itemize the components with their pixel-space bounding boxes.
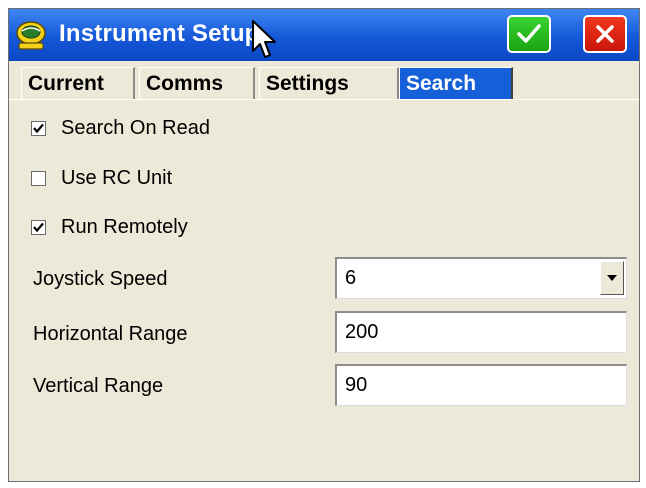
search-on-read-checkbox[interactable] <box>31 121 46 136</box>
tab-settings[interactable]: Settings <box>259 67 399 99</box>
title-bar: Instrument Setup <box>9 9 639 61</box>
tab-search[interactable]: Search <box>399 67 513 99</box>
vertical-range-value: 90 <box>345 374 368 396</box>
chevron-down-icon <box>607 275 617 281</box>
search-on-read-option[interactable]: Search On Read <box>31 117 210 140</box>
use-rc-unit-label: Use RC Unit <box>61 167 173 189</box>
tab-current-label: Current <box>28 72 104 95</box>
instrument-setup-window: Instrument Setup Current Comms Settings … <box>8 8 640 482</box>
checkmark-icon <box>33 222 44 233</box>
search-on-read-label: Search On Read <box>61 117 210 139</box>
vertical-range-label: Vertical Range <box>33 375 164 397</box>
tab-divider <box>9 99 639 100</box>
close-button[interactable] <box>583 15 627 53</box>
horizontal-range-label: Horizontal Range <box>33 323 188 345</box>
tab-comms[interactable]: Comms <box>139 67 255 99</box>
mouse-cursor-icon <box>252 20 276 58</box>
window-title: Instrument Setup <box>59 20 260 47</box>
tab-comms-label: Comms <box>146 72 224 95</box>
horizontal-range-input[interactable]: 200 <box>335 311 627 353</box>
joystick-speed-dropdown[interactable]: 6 <box>335 257 627 299</box>
checkmark-icon <box>517 24 541 43</box>
instrument-icon <box>16 21 46 50</box>
run-remotely-option[interactable]: Run Remotely <box>31 216 188 239</box>
checkmark-icon <box>33 123 44 134</box>
run-remotely-label: Run Remotely <box>61 216 188 238</box>
close-icon <box>596 25 614 43</box>
tab-current[interactable]: Current <box>21 67 135 99</box>
joystick-speed-label: Joystick Speed <box>33 268 168 290</box>
joystick-speed-value: 6 <box>345 267 357 289</box>
use-rc-unit-option[interactable]: Use RC Unit <box>31 167 172 190</box>
tab-settings-label: Settings <box>266 72 349 95</box>
use-rc-unit-checkbox[interactable] <box>31 171 46 186</box>
tab-search-label: Search <box>406 72 477 95</box>
run-remotely-checkbox[interactable] <box>31 220 46 235</box>
ok-button[interactable] <box>507 15 551 53</box>
horizontal-range-value: 200 <box>345 321 379 343</box>
dropdown-arrow-button[interactable] <box>600 261 624 295</box>
vertical-range-input[interactable]: 90 <box>335 364 627 406</box>
